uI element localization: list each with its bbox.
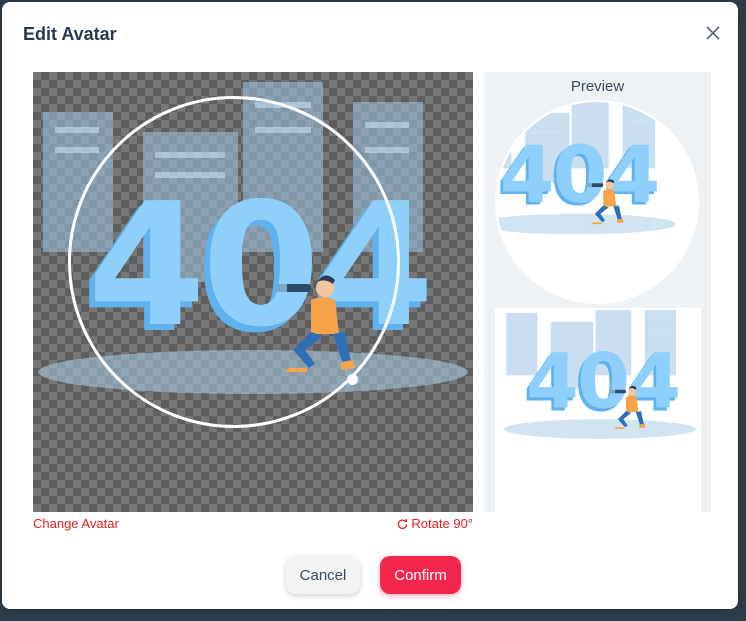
confirm-button[interactable]: Confirm (380, 556, 461, 594)
dialog-title: Edit Avatar (23, 24, 117, 44)
preview-circle (495, 100, 699, 304)
crop-resize-handle[interactable] (347, 374, 358, 385)
preview-panel: Preview (484, 72, 711, 512)
preview-label: Preview (570, 78, 625, 95)
close-button[interactable] (702, 22, 724, 44)
change-avatar-link[interactable]: Change Avatar (33, 516, 119, 531)
cancel-button[interactable]: Cancel (286, 556, 360, 594)
rotate-button[interactable]: Rotate 90° (397, 516, 473, 531)
preview-square-image (497, 310, 699, 510)
edit-avatar-dialog: Edit Avatar Preview Change Avatar Rotate… (2, 2, 738, 609)
rotate-label: Rotate 90° (411, 516, 473, 531)
preview-square (495, 308, 701, 512)
rotate-icon (398, 518, 408, 529)
close-icon (706, 26, 720, 40)
preview-circle-image (497, 102, 697, 302)
avatar-cropper[interactable] (33, 72, 473, 512)
